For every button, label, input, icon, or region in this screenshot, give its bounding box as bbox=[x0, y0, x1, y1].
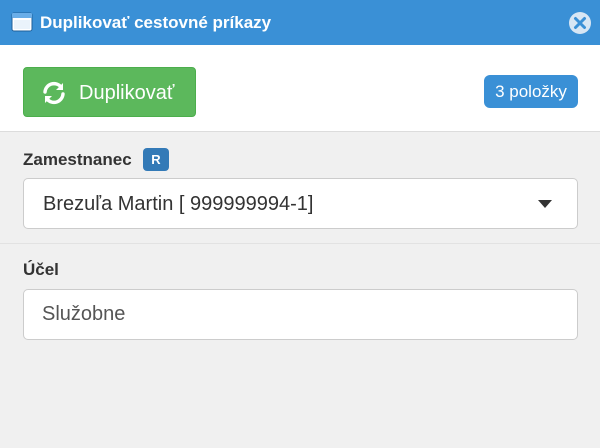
duplicate-button[interactable]: Duplikovať bbox=[23, 67, 196, 117]
duplicate-button-label: Duplikovať bbox=[79, 82, 175, 104]
employee-select[interactable]: Brezuľa Martin [ 999999994-1] bbox=[23, 178, 578, 229]
section-divider bbox=[0, 243, 600, 244]
dialog-titlebar: Duplikovať cestovné príkazy bbox=[0, 0, 600, 45]
refresh-icon bbox=[43, 81, 65, 105]
item-count-badge: 3 položky bbox=[484, 75, 578, 108]
required-badge: R bbox=[143, 148, 169, 171]
dialog-title: Duplikovať cestovné príkazy bbox=[40, 13, 272, 32]
purpose-input[interactable] bbox=[23, 289, 578, 340]
employee-select-value: Brezuľa Martin [ 999999994-1] bbox=[43, 193, 314, 215]
purpose-label: Účel bbox=[23, 260, 59, 279]
caret-down-icon bbox=[538, 200, 552, 208]
dialog-toolbar: Duplikovať 3 položky bbox=[0, 45, 600, 132]
employee-label: Zamestnanec bbox=[23, 150, 132, 169]
window-icon bbox=[11, 12, 33, 32]
close-icon[interactable] bbox=[568, 11, 592, 35]
